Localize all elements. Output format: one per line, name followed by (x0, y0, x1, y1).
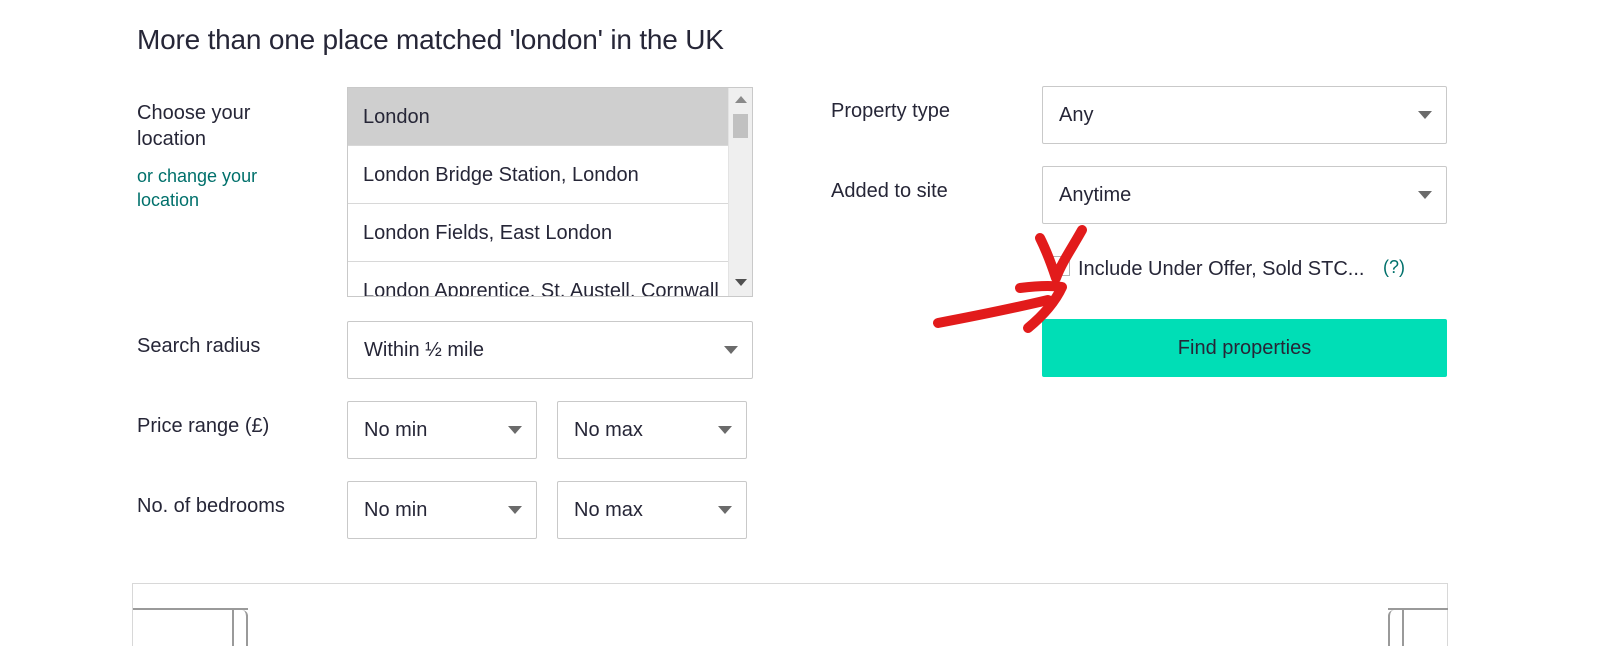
include-under-offer-checkbox[interactable] (1050, 256, 1070, 276)
location-option[interactable]: London Bridge Station, London (348, 146, 728, 204)
search-radius-select[interactable]: Within ½ mile (347, 321, 753, 379)
page-title: More than one place matched 'london' in … (137, 24, 724, 55)
location-label: Choose your location (137, 102, 251, 150)
search-radius-value: Within ½ mile (364, 339, 485, 361)
search-radius-label: Search radius (137, 335, 261, 357)
property-type-select[interactable]: Any (1042, 86, 1447, 144)
scroll-up-arrow-icon[interactable] (735, 96, 747, 103)
price-min-value: No min (364, 419, 428, 441)
location-option[interactable]: London (348, 88, 728, 146)
find-properties-button[interactable]: Find properties (1042, 319, 1447, 377)
change-location-link[interactable]: or change your location (137, 164, 307, 212)
help-link[interactable]: (?) (1383, 257, 1405, 278)
bedrooms-min-select[interactable]: No min (347, 481, 537, 539)
bedrooms-max-select[interactable]: No max (557, 481, 747, 539)
caret-down-icon (718, 506, 732, 514)
price-max-select[interactable]: No max (557, 401, 747, 459)
location-option[interactable]: London Fields, East London (348, 204, 728, 262)
property-type-label: Property type (831, 100, 950, 122)
added-to-site-label: Added to site (831, 180, 948, 202)
bedrooms-label: No. of bedrooms (137, 495, 285, 517)
caret-down-icon (1418, 191, 1432, 199)
caret-down-icon (508, 426, 522, 434)
price-min-select[interactable]: No min (347, 401, 537, 459)
location-listbox[interactable]: London London Bridge Station, London Lon… (347, 87, 753, 297)
location-option[interactable]: London Apprentice, St. Austell, Cornwall (348, 262, 728, 296)
caret-down-icon (724, 346, 738, 354)
price-range-label: Price range (£) (137, 415, 270, 437)
price-max-value: No max (574, 419, 643, 441)
bottom-panel (132, 583, 1448, 646)
property-type-value: Any (1059, 104, 1094, 126)
scroll-down-arrow-icon[interactable] (735, 279, 747, 286)
bedrooms-min-value: No min (364, 499, 428, 521)
listbox-scrollbar[interactable] (728, 88, 752, 296)
include-under-offer-label[interactable]: Include Under Offer, Sold STC... (1078, 256, 1364, 282)
caret-down-icon (508, 506, 522, 514)
caret-down-icon (1418, 111, 1432, 119)
caret-down-icon (718, 426, 732, 434)
scroll-thumb[interactable] (733, 114, 748, 138)
added-to-site-value: Anytime (1059, 184, 1132, 206)
bedrooms-max-value: No max (574, 499, 643, 521)
shelf-illustration-right (1388, 608, 1448, 646)
added-to-site-select[interactable]: Anytime (1042, 166, 1447, 224)
shelf-illustration-left (133, 608, 248, 646)
